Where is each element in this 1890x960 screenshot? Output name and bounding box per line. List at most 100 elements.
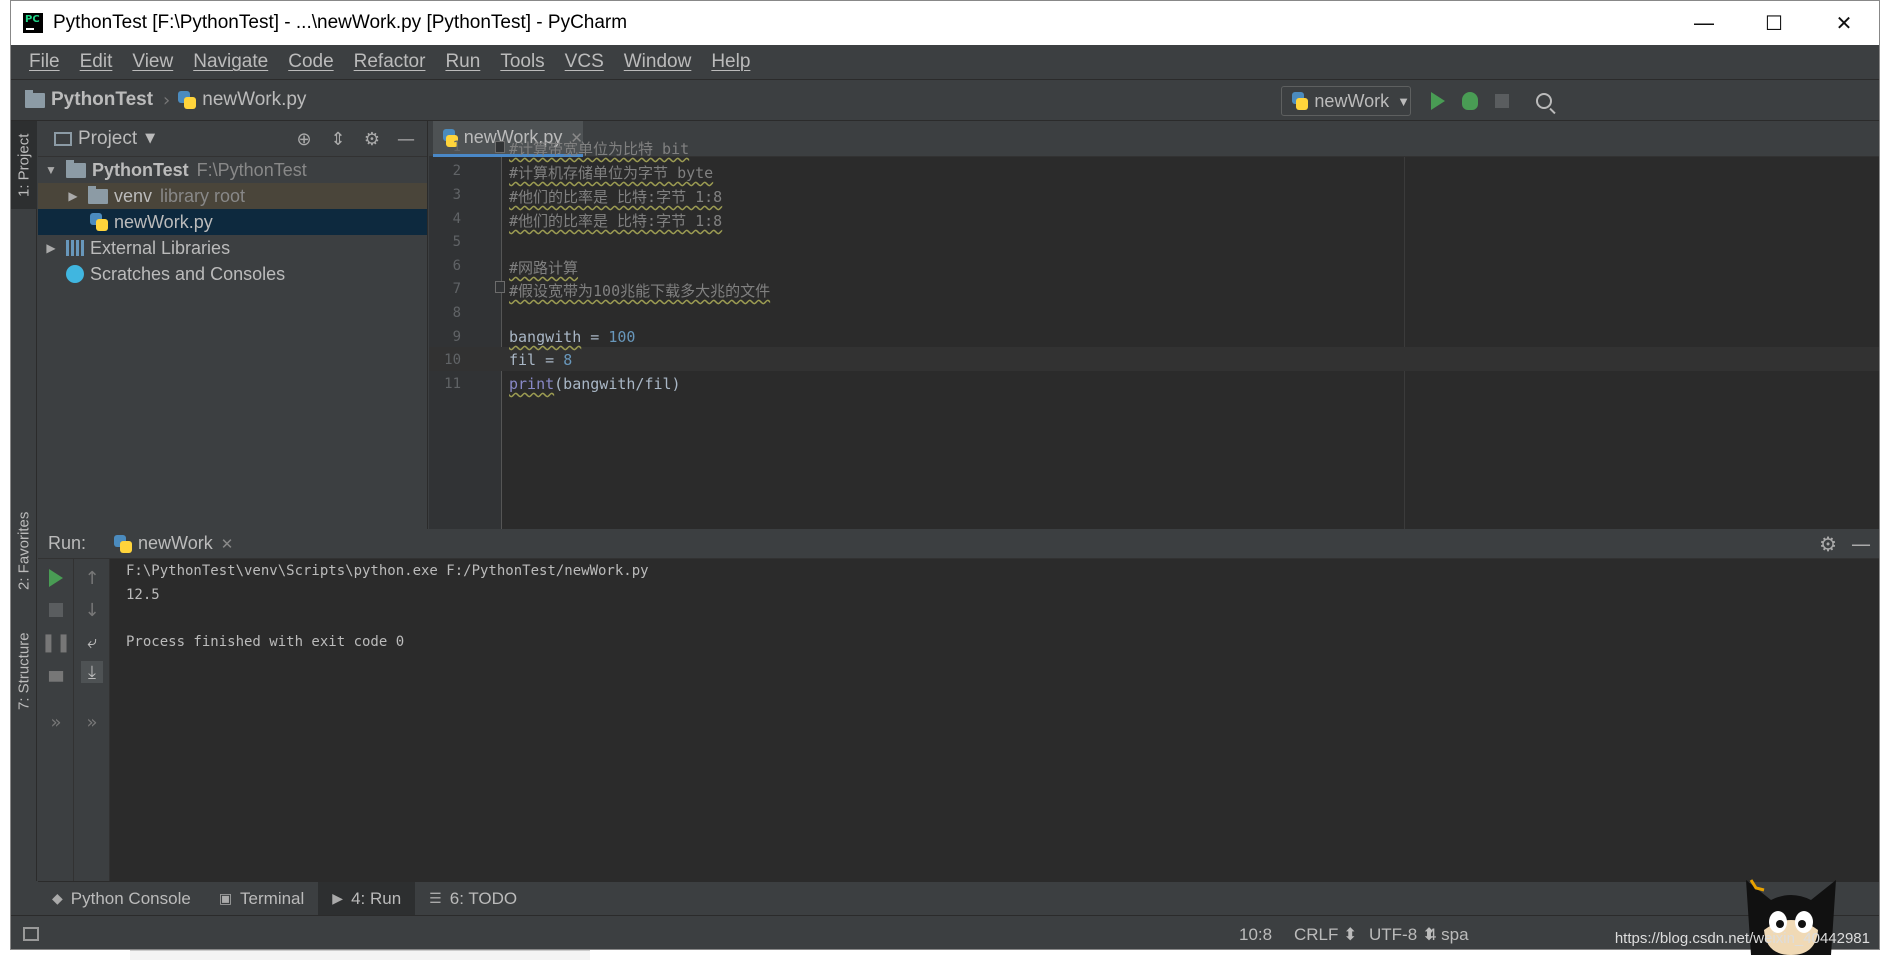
gear-icon[interactable]: ⚙ — [361, 128, 383, 150]
menu-code[interactable]: Code — [278, 51, 343, 73]
code-line[interactable]: print(bangwith/fil) — [509, 375, 681, 393]
pause-icon: ❚❚ — [40, 631, 72, 653]
code-line[interactable]: fil = 8 — [509, 351, 572, 369]
run-button[interactable] — [1425, 88, 1451, 114]
tree-item-venv[interactable]: ▶ venv library root — [38, 183, 427, 209]
menu-run[interactable]: Run — [435, 51, 490, 73]
code-line[interactable]: #网路计算 — [509, 257, 578, 278]
code-line[interactable]: bangwith = 100 — [509, 328, 635, 346]
menu-navigate[interactable]: Navigate — [183, 51, 278, 73]
folder-icon — [88, 185, 108, 204]
menu-refactor[interactable]: Refactor — [344, 51, 436, 73]
tree-item-hint: F:\PythonTest — [196, 159, 307, 180]
tree-item-external-libraries[interactable]: ▶ External Libraries — [38, 235, 427, 261]
menu-file[interactable]: File — [19, 51, 70, 73]
current-line-highlight — [429, 347, 1879, 371]
run-panel-actions: ⚙ — — [1819, 529, 1871, 559]
left-tool-stripe: 1: Project 2: Favorites 7: Structure — [11, 121, 37, 881]
run-tab-newwork[interactable]: newWork ✕ — [114, 533, 233, 554]
title-bar: PC PythonTest [F:\PythonTest] - ...\newW… — [11, 1, 1879, 45]
stop-icon — [1495, 94, 1509, 108]
breadcrumb-file[interactable]: newWork.py — [178, 89, 306, 111]
status-bar: 10:8 CRLF ⬍ UTF-8 ⬍ 4 spa — [11, 915, 1879, 949]
more-button[interactable]: » — [45, 711, 67, 733]
scroll-to-end-button[interactable]: ⤓ — [81, 661, 103, 683]
caret-position[interactable]: 10:8 — [1239, 925, 1272, 945]
menu-help[interactable]: Help — [701, 51, 760, 73]
scroll-down-button[interactable]: ↓ — [81, 599, 103, 621]
watermark-text: https://blog.csdn.net/weixin_40442981 — [1614, 930, 1870, 947]
bottom-tool-tabs: ◆ Python Console ▣ Terminal ▶ 4: Run ☰ 6… — [38, 881, 1879, 916]
menu-window[interactable]: Window — [614, 51, 702, 73]
collapse-all-icon[interactable]: ⇕ — [327, 128, 349, 150]
rerun-button[interactable] — [45, 567, 67, 589]
project-panel-title[interactable]: Project — [78, 128, 137, 150]
folder-icon — [66, 159, 86, 178]
breadcrumb-project[interactable]: PythonTest — [25, 89, 153, 111]
layout-button[interactable]: ▀ — [45, 671, 67, 693]
search-icon — [1536, 93, 1552, 109]
breadcrumb-project-label: PythonTest — [51, 89, 154, 110]
stop-button[interactable] — [45, 599, 67, 621]
stop-button[interactable] — [1489, 88, 1515, 114]
tab-run[interactable]: ▶ 4: Run — [318, 881, 416, 916]
tree-item-newwork[interactable]: newWork.py — [38, 209, 427, 235]
tree-item-pythontest[interactable]: ▼ PythonTest F:\PythonTest — [38, 157, 427, 183]
tab-todo[interactable]: ☰ 6: TODO — [415, 882, 531, 916]
tool-windows-icon[interactable] — [23, 926, 39, 941]
python-icon: ◆ — [52, 890, 63, 906]
search-everywhere-button[interactable] — [1531, 88, 1557, 114]
run-configuration-select[interactable]: newWork ▼ — [1281, 86, 1411, 116]
tab-project[interactable]: 1: Project — [11, 121, 37, 209]
scroll-to-end-icon: ⤓ — [88, 661, 96, 683]
fold-icon[interactable] — [495, 281, 505, 293]
pause-button[interactable]: ❚❚ — [41, 631, 71, 653]
background-window-strip — [130, 950, 590, 960]
scroll-up-button[interactable]: ↑ — [81, 567, 103, 589]
locate-icon[interactable]: ⊕ — [293, 128, 315, 150]
menu-tools[interactable]: Tools — [490, 51, 554, 73]
code-line[interactable]: #计算带宽单位为比特 bit — [509, 138, 689, 159]
menu-view[interactable]: View — [122, 51, 183, 73]
tab-favorites[interactable]: 2: Favorites — [11, 501, 37, 601]
line-number: 4 — [452, 211, 461, 227]
more-button[interactable]: » — [81, 711, 103, 733]
comment-text: #计算机存储单位为字节 byte — [509, 164, 714, 182]
variable-name: bangwith — [509, 328, 582, 346]
hide-icon[interactable]: — — [1851, 532, 1871, 556]
run-toolbar-secondary: ↑ ↓ ⤶ ⤓ » — [74, 559, 110, 881]
tab-structure[interactable]: 7: Structure — [11, 621, 37, 721]
minimize-button[interactable]: ― — [1669, 1, 1739, 45]
tree-item-label: Scratches and Consoles — [90, 263, 286, 284]
maximize-button[interactable]: ☐ — [1739, 1, 1809, 45]
comment-text: #假设宽带为100兆能下载多大兆的文件 — [509, 282, 771, 300]
code-line[interactable]: #他们的比率是 比特:字节 1:8 — [509, 186, 722, 207]
soft-wrap-button[interactable]: ⤶ — [81, 631, 103, 653]
tab-terminal[interactable]: ▣ Terminal — [205, 882, 318, 916]
arrow-up-icon: ↑ — [84, 567, 100, 589]
tab-label: Terminal — [240, 888, 305, 908]
debug-button[interactable] — [1457, 88, 1483, 114]
close-button[interactable]: ✕ — [1809, 1, 1879, 45]
code-line[interactable]: #计算机存储单位为字节 byte — [509, 162, 713, 183]
indent-setting[interactable]: 4 spa — [1427, 925, 1469, 945]
line-number: 7 — [452, 281, 461, 297]
tree-item-scratches[interactable]: Scratches and Consoles — [38, 261, 427, 287]
chevron-down-icon[interactable]: ▼ — [145, 131, 155, 146]
menu-vcs[interactable]: VCS — [555, 51, 614, 73]
gutter-divider — [501, 157, 502, 529]
line-separator[interactable]: CRLF ⬍ — [1294, 925, 1357, 945]
tab-python-console[interactable]: ◆ Python Console — [38, 882, 205, 916]
tab-structure-label: 7: Structure — [15, 632, 33, 710]
run-tab-label: newWork — [138, 533, 213, 553]
close-tab-icon[interactable]: ✕ — [221, 535, 234, 553]
code-line[interactable]: #假设宽带为100兆能下载多大兆的文件 — [509, 280, 770, 301]
console-output[interactable]: F:\PythonTest\venv\Scripts\python.exe F:… — [126, 559, 1879, 881]
code-line[interactable]: #他们的比率是 比特:字节 1:8 — [509, 210, 722, 231]
gear-icon[interactable]: ⚙ — [1819, 532, 1837, 556]
collapsed-arrow-icon: ▶ — [68, 189, 78, 203]
chevron-right-icon: › — [163, 89, 171, 111]
hide-icon[interactable]: — — [395, 128, 417, 150]
menu-edit[interactable]: Edit — [70, 51, 123, 73]
fold-icon[interactable] — [495, 141, 505, 153]
